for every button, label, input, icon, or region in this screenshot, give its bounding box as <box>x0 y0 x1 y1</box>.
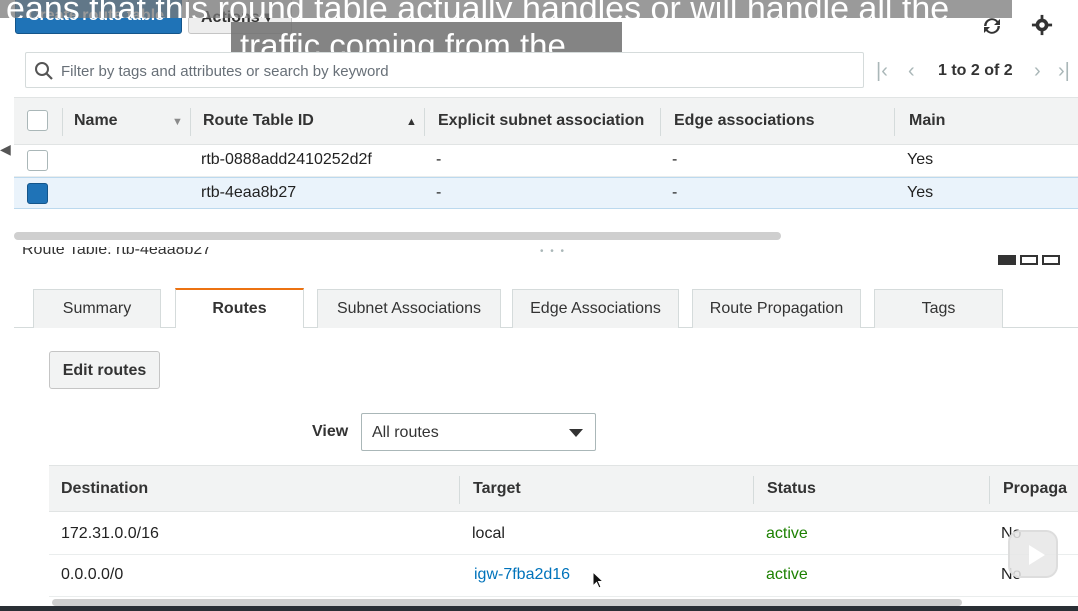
previous-page-icon[interactable]: ‹ <box>908 60 915 82</box>
cell-route-table-id: rtb-4eaa8b27 <box>201 184 297 201</box>
cell-edge: - <box>672 151 678 168</box>
chevron-down-icon <box>569 429 583 437</box>
edit-routes-button[interactable]: Edit routes <box>49 351 160 389</box>
route-row: 0.0.0.0/0 igw-7fba2d16 active No <box>49 555 1078 597</box>
pagination: |‹ ‹ 1 to 2 of 2 › ›| <box>876 60 1076 84</box>
column-divider <box>62 108 63 136</box>
cell-destination: 172.31.0.0/16 <box>61 525 159 542</box>
column-divider <box>459 476 460 504</box>
target-link-igw[interactable]: igw-7fba2d16 <box>474 566 570 584</box>
panel-layout-icons <box>998 252 1064 270</box>
select-all-checkbox[interactable] <box>27 110 48 131</box>
filter-search-input[interactable]: Filter by tags and attributes or search … <box>25 52 864 88</box>
panel-title: Route Table: rtb-4eaa8b27 <box>22 247 212 258</box>
tab-summary[interactable]: Summary <box>33 289 161 328</box>
layout-split-icon[interactable] <box>1020 255 1038 265</box>
collapse-arrow-icon[interactable]: ◀ <box>0 141 11 157</box>
pagination-text: 1 to 2 of 2 <box>938 62 1013 79</box>
view-label: View <box>312 423 349 440</box>
filter-placeholder: Filter by tags and attributes or search … <box>61 63 389 80</box>
route-row: 172.31.0.0/16 local active No <box>49 513 1078 555</box>
column-header-name[interactable]: Name <box>74 112 118 130</box>
column-header-destination[interactable]: Destination <box>61 480 148 498</box>
horizontal-scrollbar[interactable] <box>14 232 781 240</box>
video-play-icon[interactable] <box>1008 530 1058 578</box>
search-icon <box>35 62 53 80</box>
column-divider <box>660 108 661 136</box>
last-page-icon[interactable]: ›| <box>1058 60 1070 82</box>
cell-destination: 0.0.0.0/0 <box>61 566 124 583</box>
cell-status: active <box>766 525 808 542</box>
column-header-main[interactable]: Main <box>909 112 945 130</box>
detail-tabs: Summary Routes Subnet Associations Edge … <box>14 288 1078 328</box>
mouse-cursor-icon <box>592 570 605 594</box>
cell-main: Yes <box>907 151 934 168</box>
sort-caret-icon[interactable]: ▼ <box>172 116 183 128</box>
subtitle-line-1: eans that this round table actually hand… <box>0 0 1012 18</box>
table-row[interactable]: rtb-0888add2410252d2f - - Yes <box>14 145 1078 177</box>
column-divider <box>190 108 191 136</box>
tab-tags[interactable]: Tags <box>874 289 1003 328</box>
tab-subnet-associations[interactable]: Subnet Associations <box>317 289 501 328</box>
column-header-explicit-subnet[interactable]: Explicit subnet association <box>438 112 650 130</box>
cell-edge: - <box>672 184 678 201</box>
column-header-route-table-id[interactable]: Route Table ID <box>203 112 314 130</box>
column-header-status[interactable]: Status <box>767 480 816 498</box>
view-select-value: All routes <box>372 424 439 441</box>
layout-full-icon[interactable] <box>998 255 1016 265</box>
column-divider <box>424 108 425 136</box>
table-header: Name ▼ Route Table ID ▲ Explicit subnet … <box>14 97 1078 145</box>
cell-target: local <box>472 525 505 542</box>
tab-routes[interactable]: Routes <box>175 288 304 328</box>
tab-edge-associations[interactable]: Edge Associations <box>512 289 679 328</box>
column-header-target[interactable]: Target <box>473 480 521 498</box>
column-header-propagated[interactable]: Propaga <box>1003 480 1067 498</box>
sort-ascending-icon[interactable]: ▲ <box>406 116 417 128</box>
table-row-selected[interactable]: rtb-4eaa8b27 - - Yes <box>14 177 1078 209</box>
column-header-edge-associations[interactable]: Edge associations <box>674 112 815 130</box>
routes-horizontal-scrollbar[interactable] <box>52 599 962 606</box>
column-divider <box>894 108 895 136</box>
resize-handle[interactable]: • • • <box>540 246 566 257</box>
row-checkbox-checked[interactable] <box>27 183 48 204</box>
routes-table-header: Destination Target Status Propaga <box>49 465 1078 512</box>
cell-status: active <box>766 566 808 583</box>
column-divider <box>989 476 990 504</box>
layout-side-icon[interactable] <box>1042 255 1060 265</box>
cell-main: Yes <box>907 184 934 201</box>
column-divider <box>753 476 754 504</box>
cell-subnet: - <box>436 151 442 168</box>
row-checkbox[interactable] <box>27 150 48 171</box>
bottom-edge-bar <box>0 606 1078 611</box>
cell-subnet: - <box>436 184 442 201</box>
first-page-icon[interactable]: |‹ <box>876 60 888 82</box>
cell-route-table-id: rtb-0888add2410252d2f <box>201 151 372 168</box>
tab-route-propagation[interactable]: Route Propagation <box>692 289 861 328</box>
settings-gear-icon[interactable] <box>1030 14 1054 38</box>
view-select[interactable]: All routes <box>361 413 596 451</box>
next-page-icon[interactable]: › <box>1034 60 1041 82</box>
